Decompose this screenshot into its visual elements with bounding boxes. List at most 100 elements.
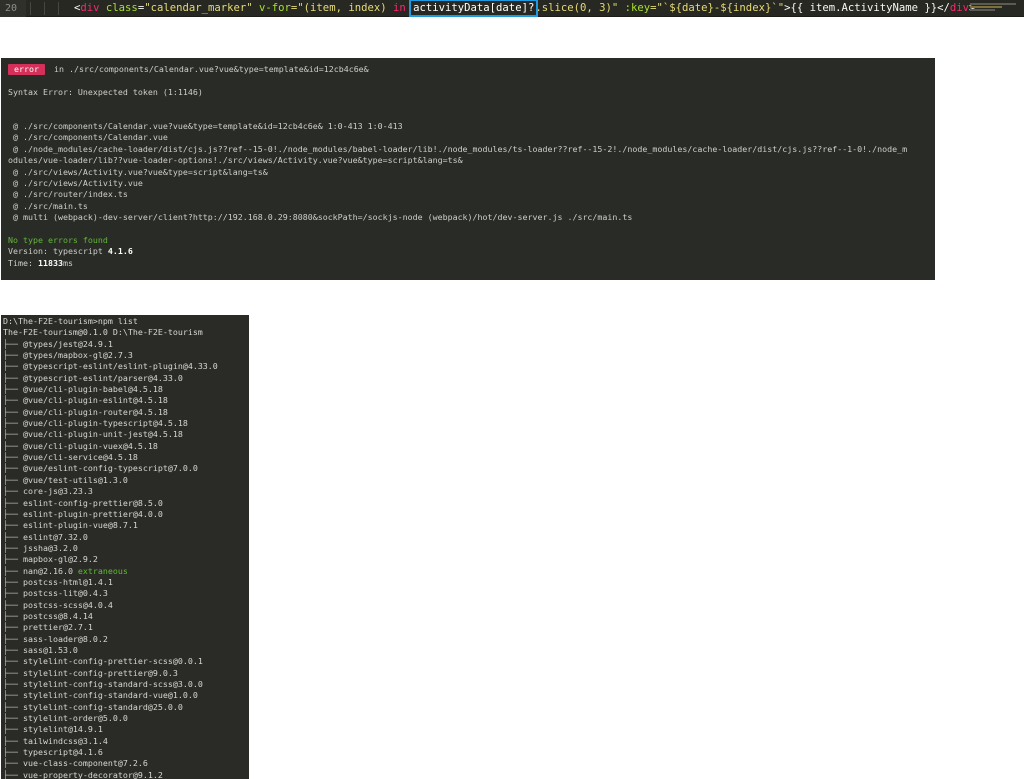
- package-row: ├── stylelint-config-standard-scss@3.0.0: [3, 679, 247, 690]
- tree-branch: ├──: [3, 395, 23, 406]
- package-name: typescript@4.1.6: [22, 747, 103, 758]
- package-row: ├── @types/jest@24.9.1: [3, 339, 247, 350]
- code-attr-class: class: [105, 2, 138, 14]
- trace-line: odules/vue-loader/lib??vue-loader-option…: [8, 155, 463, 166]
- tree-branch: ├──: [3, 735, 23, 746]
- package-row: ├── stylelint-order@5.0.0: [3, 713, 247, 724]
- no-type-errors: No type errors found: [8, 234, 108, 245]
- package-name: stylelint-config-standard-vue@1.0.0: [22, 690, 198, 701]
- trace-line: @ ./src/main.ts: [8, 200, 88, 211]
- code-close-tag: div: [949, 2, 970, 14]
- package-row: ├── eslint@7.32.0: [3, 532, 247, 543]
- package-name: @vue/cli-plugin-eslint@4.5.18: [22, 395, 168, 406]
- syntax-error-message: Syntax Error: Unexpected token (1:1146): [8, 86, 203, 97]
- time-unit: ms: [62, 257, 73, 268]
- package-name: core-js@3.23.3: [22, 486, 93, 497]
- package-row: ├── stylelint-config-standard-vue@1.0.0: [3, 690, 247, 701]
- tree-branch: ├──: [3, 406, 23, 417]
- tree-branch: ├──: [3, 554, 23, 565]
- tree-branch: ├──: [3, 610, 23, 621]
- tree-branch: ├──: [3, 576, 23, 587]
- package-name: jssha@3.2.0: [22, 542, 78, 553]
- tree-branch: ├──: [3, 474, 23, 485]
- error-badge: error: [8, 64, 45, 75]
- tree-branch: ├──: [3, 690, 23, 701]
- trace-line: @ ./src/components/Calendar.vue?vue&type…: [8, 120, 403, 131]
- package-row: ├── stylelint-config-prettier@9.0.3: [3, 668, 247, 679]
- code-text[interactable]: <div class="calendar_marker" v-for="(ite…: [74, 0, 975, 17]
- indent-guide: [44, 2, 45, 15]
- indent-guide: [58, 2, 59, 15]
- package-row: ├── nan@2.16.0 extraneous: [3, 566, 247, 577]
- tree-branch: ├──: [3, 463, 23, 474]
- code-keyword-in: in: [392, 2, 406, 14]
- package-row: ├── @vue/cli-plugin-typescript@4.5.18: [3, 418, 247, 429]
- tree-branch: ├──: [3, 508, 23, 519]
- tree-branch: ├──: [3, 429, 23, 440]
- package-row: ├── sass@1.53.0: [3, 645, 247, 656]
- package-name: vue-class-component@7.2.6: [22, 758, 148, 769]
- package-name: stylelint-config-standard-scss@3.0.0: [22, 679, 203, 689]
- package-name: stylelint-order@5.0.0: [22, 713, 128, 724]
- package-name: stylelint-config-prettier@9.0.3: [22, 667, 178, 678]
- version-label: Version: typescript: [8, 246, 108, 257]
- trace-line: @ ./node_modules/cache-loader/dist/cjs.j…: [8, 143, 908, 154]
- trace-line: @ ./src/views/Activity.vue: [8, 177, 143, 188]
- tree-branch: ├──: [3, 713, 23, 724]
- package-name: eslint-config-prettier@8.5.0: [22, 497, 163, 508]
- tree-branch: ├──: [3, 418, 23, 429]
- tree-branch: ├──: [3, 633, 23, 644]
- package-row: ├── @types/mapbox-gl@2.7.3: [3, 350, 247, 361]
- package-name: eslint-plugin-vue@8.7.1: [22, 520, 138, 531]
- package-row: ├── prettier@2.7.1: [3, 622, 247, 633]
- package-name: eslint@7.32.0: [22, 531, 88, 542]
- highlighted-expression: activityData[date]?: [409, 0, 539, 17]
- code-key-value: ="`${date}-${index}`": [650, 2, 785, 14]
- command-prompt: D:\The-F2E-tourism>npm list: [3, 316, 138, 326]
- tree-branch: ├──: [3, 565, 23, 576]
- package-row: ├── core-js@3.23.3: [3, 486, 247, 497]
- trace-line: @ multi (webpack)-dev-server/client?http…: [8, 212, 633, 223]
- tree-branch: ├──: [3, 520, 23, 531]
- tree-branch: ├──: [3, 701, 23, 712]
- tree-branch: ├──: [3, 531, 23, 542]
- package-name: @vue/cli-service@4.5.18: [22, 452, 138, 463]
- package-name: @vue/cli-plugin-router@4.5.18: [22, 406, 168, 417]
- trace-line: @ ./src/router/index.ts: [8, 189, 128, 200]
- error-terminal: error in ./src/components/Calendar.vue?v…: [1, 58, 935, 280]
- code-after-highlight: .slice(0, 3)": [535, 2, 625, 14]
- package-name: @types/jest@24.9.1: [22, 338, 113, 349]
- package-row: ├── typescript@4.1.6: [3, 747, 247, 758]
- package-row: ├── jssha@3.2.0: [3, 543, 247, 554]
- package-name: @typescript-eslint/eslint-plugin@4.33.0: [22, 361, 218, 372]
- package-name: vue-property-decorator@9.1.2: [22, 769, 163, 779]
- package-name: @vue/cli-plugin-typescript@4.5.18: [22, 418, 188, 429]
- package-row: ├── vue-class-component@7.2.6: [3, 758, 247, 769]
- tree-branch: ├──: [3, 747, 23, 758]
- package-list: ├── @types/jest@24.9.1 ├── @types/mapbox-…: [3, 339, 247, 779]
- minimap[interactable]: [970, 2, 1016, 15]
- package-name: sass-loader@8.0.2: [22, 633, 108, 644]
- package-name: @typescript-eslint/parser@4.33.0: [22, 372, 183, 383]
- package-name: @vue/eslint-config-typescript@7.0.0: [22, 463, 198, 474]
- code-editor-line: 20 <div class="calendar_marker" v-for="(…: [0, 0, 1024, 17]
- package-row: ├── @vue/eslint-config-typescript@7.0.0: [3, 463, 247, 474]
- package-row: ├── @vue/cli-plugin-vuex@4.5.18: [3, 441, 247, 452]
- tree-branch: ├──: [3, 384, 23, 395]
- tree-branch: ├──: [3, 361, 23, 372]
- time-value: 11833: [37, 257, 63, 268]
- code-attr-vfor: v-for: [259, 2, 291, 14]
- tree-branch: ├──: [3, 350, 23, 361]
- tree-branch: ├──: [3, 588, 23, 599]
- package-row: ├── eslint-config-prettier@8.5.0: [3, 498, 247, 509]
- error-file: in ./src/components/Calendar.vue?vue&typ…: [48, 64, 369, 74]
- package-name: postcss-lit@0.4.3: [22, 588, 108, 599]
- package-row: ├── tailwindcss@3.1.4: [3, 736, 247, 747]
- package-name: postcss-html@1.4.1: [22, 576, 113, 587]
- tree-branch: ├──: [3, 599, 23, 610]
- package-row: ├── eslint-plugin-prettier@4.0.0: [3, 509, 247, 520]
- package-row: ├── stylelint@14.9.1: [3, 724, 247, 735]
- package-row: ├── stylelint-config-standard@25.0.0: [3, 702, 247, 713]
- package-row: ├── postcss-lit@0.4.3: [3, 588, 247, 599]
- package-row: ├── @vue/cli-plugin-router@4.5.18: [3, 407, 247, 418]
